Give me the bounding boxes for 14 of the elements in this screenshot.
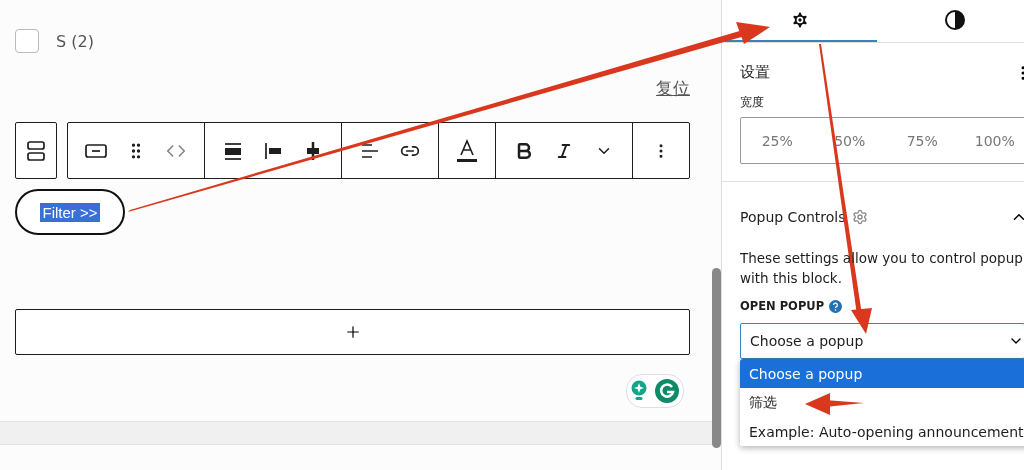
settings-title: 设置 (740, 63, 770, 82)
width-option[interactable]: 75% (886, 118, 959, 163)
width-label: 宽度 (740, 94, 765, 111)
popup-select[interactable]: Choose a popup (740, 323, 1024, 359)
width-option[interactable]: 50% (813, 118, 886, 163)
width-option[interactable]: 25% (741, 118, 814, 163)
filter-button[interactable]: Filter >> (15, 189, 125, 235)
field-label: OPEN POPUP (740, 299, 825, 313)
dropdown-option[interactable]: Choose a popup (740, 359, 1024, 388)
width-option[interactable]: 100% (958, 118, 1024, 163)
dropdown-option[interactable]: Example: Auto-opening announcement (740, 417, 1024, 446)
reset-link[interactable]: 复位 (656, 77, 690, 100)
section-title: Popup Controls (740, 209, 846, 225)
checkbox-label: S (2) (56, 31, 94, 51)
